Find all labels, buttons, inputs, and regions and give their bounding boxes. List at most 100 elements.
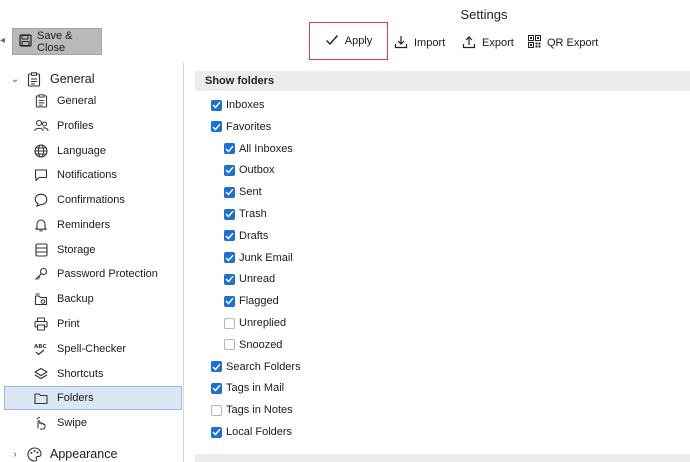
sidebar-item-swipe[interactable]: Swipe <box>4 411 182 435</box>
spellcheck-icon: ABC <box>33 341 49 357</box>
settings-sidebar: ⌄ General General Profiles Language Noti… <box>0 62 184 462</box>
folder-option-tags-in-notes[interactable]: Tags in Notes <box>211 401 293 419</box>
folder-option-sent[interactable]: Sent <box>224 183 262 201</box>
sidebar-item-notifications[interactable]: Notifications <box>4 163 182 187</box>
sidebar-item-label: Swipe <box>57 417 87 429</box>
svg-text:ABC: ABC <box>34 344 47 350</box>
folder-option-drafts[interactable]: Drafts <box>224 227 268 245</box>
sidebar-group-label: Appearance <box>50 447 118 461</box>
sidebar-item-label: Password Protection <box>57 268 158 280</box>
sidebar-item-backup[interactable]: Backup <box>4 287 182 311</box>
import-button[interactable]: Import <box>394 28 445 58</box>
apply-label: Apply <box>344 35 373 47</box>
sidebar-item-label: Language <box>57 145 106 157</box>
sidebar-item-storage[interactable]: Storage <box>4 238 182 262</box>
checkbox-checked-icon[interactable] <box>224 252 235 264</box>
folder-option-label: Junk Email <box>239 251 293 264</box>
sidebar-item-profiles[interactable]: Profiles <box>4 114 182 138</box>
chevron-down-icon[interactable]: ⌄ <box>10 74 20 85</box>
sidebar-item-label: Spell-Checker <box>57 343 127 355</box>
palette-icon <box>26 446 42 462</box>
checkbox-checked-icon[interactable] <box>224 143 235 155</box>
sidebar-item-label: Storage <box>57 244 96 256</box>
section-header: Show folders <box>195 71 690 91</box>
checkbox-checked-icon[interactable] <box>224 273 235 285</box>
settings-content: Show folders Inboxes Favorites All Inboxes… <box>186 62 690 462</box>
checkbox-checked-icon[interactable] <box>211 426 222 438</box>
folder-option-local-folders[interactable]: Local Folders <box>211 423 292 441</box>
toolbar: ◂ Settings Save & Close Apply Import Exp… <box>0 0 690 62</box>
checkbox-checked-icon[interactable] <box>224 295 235 307</box>
checkbox-checked-icon[interactable] <box>211 382 222 394</box>
folder-option-label: Inboxes <box>226 99 265 111</box>
folder-option-outbox[interactable]: Outbox <box>224 161 274 179</box>
folder-option-all-inboxes[interactable]: All Inboxes <box>224 140 293 158</box>
folder-option-search-folders[interactable]: Search Folders <box>211 358 301 376</box>
folder-option-trash[interactable]: Trash <box>224 205 267 223</box>
checkbox-unchecked-icon[interactable] <box>211 404 222 416</box>
folder-option-favorites[interactable]: Favorites <box>211 118 271 136</box>
folder-icon <box>33 390 49 406</box>
checkbox-unchecked-icon[interactable] <box>224 339 235 351</box>
swipe-icon <box>33 415 49 431</box>
globe-icon <box>33 143 49 159</box>
profiles-icon <box>33 118 49 134</box>
sidebar-item-label: Backup <box>57 293 94 305</box>
sidebar-group-general[interactable]: ⌄ General <box>0 68 184 90</box>
folder-option-flagged[interactable]: Flagged <box>224 292 279 310</box>
sidebar-group-label: General <box>50 72 95 86</box>
folder-option-inboxes[interactable]: Inboxes <box>211 96 265 114</box>
checkbox-unchecked-icon[interactable] <box>224 317 235 329</box>
folder-option-tags-in-mail[interactable]: Tags in Mail <box>211 379 284 397</box>
sidebar-item-label: Notifications <box>57 169 117 181</box>
sidebar-item-language[interactable]: Language <box>4 139 182 163</box>
folder-option-unread[interactable]: Unread <box>224 270 275 288</box>
backup-icon <box>33 291 49 307</box>
export-button[interactable]: Export <box>462 28 514 58</box>
folder-option-label: Search Folders <box>226 360 301 373</box>
sidebar-item-password-protection[interactable]: Password Protection <box>4 262 182 286</box>
save-close-button[interactable]: Save & Close <box>12 28 102 55</box>
import-label: Import <box>414 37 446 49</box>
qr-export-label: QR Export <box>547 37 599 49</box>
checkbox-checked-icon[interactable] <box>211 99 222 111</box>
collapse-arrow-icon[interactable]: ◂ <box>0 36 6 46</box>
sidebar-item-label: Profiles <box>57 120 94 132</box>
sidebar-item-general[interactable]: General <box>4 89 182 113</box>
folder-option-unreplied[interactable]: Unreplied <box>224 314 286 332</box>
checkbox-checked-icon[interactable] <box>224 208 235 220</box>
folder-option-label: Outbox <box>239 164 275 177</box>
sidebar-item-confirmations[interactable]: Confirmations <box>4 188 182 212</box>
folder-option-label: Snoozed <box>239 338 283 351</box>
sidebar-group-appearance[interactable]: › Appearance <box>0 443 184 462</box>
checkbox-checked-icon[interactable] <box>211 121 222 133</box>
export-icon <box>462 35 476 52</box>
chevron-right-icon[interactable]: › <box>10 449 20 460</box>
apply-button[interactable]: Apply <box>309 22 388 60</box>
folder-option-label: Tags in Mail <box>226 382 285 395</box>
qr-export-button[interactable]: QR Export <box>528 28 598 58</box>
sidebar-item-label: Shortcuts <box>57 368 104 380</box>
sidebar-item-folders[interactable]: Folders <box>4 386 182 410</box>
sidebar-item-shortcuts[interactable]: Shortcuts <box>4 362 182 386</box>
bell-icon <box>33 217 49 233</box>
folder-option-snoozed[interactable]: Snoozed <box>224 336 282 354</box>
folder-option-label: Unreplied <box>239 317 287 329</box>
folder-option-label: All Inboxes <box>239 142 293 155</box>
folder-option-label: Flagged <box>239 295 279 308</box>
sidebar-item-label: Reminders <box>57 219 111 231</box>
key-icon <box>33 266 49 282</box>
clipboard-icon <box>26 71 42 87</box>
folder-option-junk-email[interactable]: Junk Email <box>224 249 293 267</box>
checkbox-checked-icon[interactable] <box>224 230 235 242</box>
sidebar-item-label: General <box>57 95 97 107</box>
sidebar-item-print[interactable]: Print <box>4 312 182 336</box>
confirm-bubble-icon <box>33 192 49 208</box>
sidebar-item-reminders[interactable]: Reminders <box>4 213 182 237</box>
checkbox-checked-icon[interactable] <box>224 186 235 198</box>
printer-icon <box>33 316 49 332</box>
checkbox-checked-icon[interactable] <box>224 164 235 176</box>
sidebar-item-spell-checker[interactable]: ABC Spell-Checker <box>4 337 182 361</box>
checkbox-checked-icon[interactable] <box>211 361 222 373</box>
sidebar-item-label: Confirmations <box>57 194 125 206</box>
